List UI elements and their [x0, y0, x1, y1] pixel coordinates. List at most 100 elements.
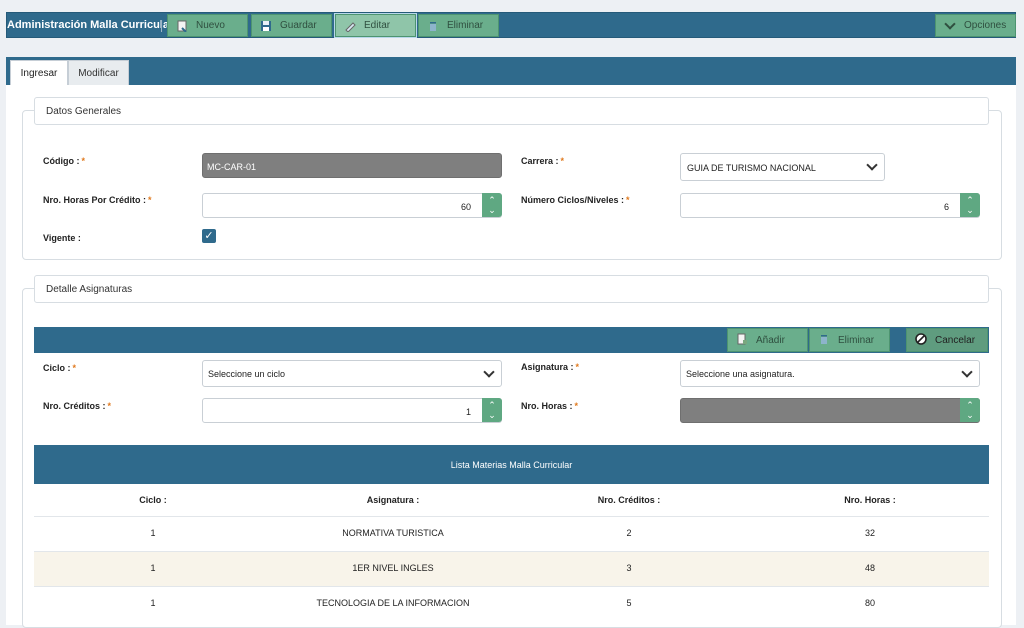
horas-stepper[interactable]: ⌃ ⌄ — [680, 398, 980, 423]
cancel-button[interactable]: Cancelar — [906, 328, 988, 352]
tab-modificar[interactable]: Modificar — [68, 60, 129, 85]
table-row[interactable]: 1 TECNOLOGIA DE LA INFORMACION 5 80 — [34, 586, 989, 618]
horas-label-text: Nro. Horas : — [521, 401, 573, 411]
creditos-label-text: Nro. Créditos : — [43, 401, 106, 411]
cell-asignatura: 1ER NIVEL INGLES — [352, 563, 434, 573]
horas-label: Nro. Horas : * — [521, 401, 578, 411]
cell-horas: 48 — [864, 563, 875, 573]
required-marker: * — [107, 401, 112, 411]
creditos-value: 1 — [465, 407, 471, 417]
required-marker: * — [72, 363, 77, 373]
column-header-ciclo[interactable]: Ciclo : — [112, 495, 194, 505]
cell-horas: 80 — [864, 598, 875, 608]
required-marker: * — [81, 156, 86, 166]
cell-ciclo: 1 — [150, 528, 156, 538]
save-button-label: Guardar — [280, 20, 317, 31]
tab-ingresar[interactable]: Ingresar — [10, 60, 68, 85]
table-row[interactable]: 1 NORMATIVA TURISTICA 2 32 — [34, 516, 989, 551]
cancel-button-label: Cancelar — [935, 334, 976, 346]
required-marker: * — [574, 401, 579, 411]
column-header-horas[interactable]: Nro. Horas : — [800, 495, 940, 505]
new-button[interactable]: Nuevo — [167, 14, 248, 37]
chevron-down-icon — [961, 366, 973, 378]
add-button-label: Añadir — [756, 334, 785, 346]
horas-credito-value: 60 — [460, 202, 471, 212]
horas-credito-label: Nro. Horas Por Crédito : * — [43, 195, 152, 205]
ciclo-select-placeholder: Seleccione un ciclo — [208, 369, 286, 379]
ciclos-value: 6 — [943, 202, 949, 212]
asignatura-select-placeholder: Seleccione una asignatura. — [686, 369, 795, 379]
toolbar-divider — [161, 20, 162, 32]
spinner-icon[interactable]: ⌃ ⌄ — [960, 193, 980, 217]
trash-icon — [427, 20, 439, 32]
cell-ciclo: 1 — [150, 563, 156, 573]
detail-legend-text: Detalle Asignaturas — [46, 283, 133, 295]
edit-button[interactable]: Editar — [334, 13, 417, 38]
horas-credito-stepper[interactable]: 60 ⌃ ⌄ — [202, 193, 502, 218]
remove-button-label: Eliminar — [838, 334, 875, 346]
codigo-label-text: Código : — [43, 156, 80, 166]
trash-icon — [818, 333, 830, 348]
ciclo-select[interactable]: Seleccione un ciclo — [202, 360, 502, 387]
table-title-bar: Lista Materias Malla Curricular — [34, 445, 989, 484]
carrera-label-text: Carrera : — [521, 156, 559, 166]
tab-modificar-label: Modificar — [78, 67, 119, 79]
required-marker: * — [575, 362, 580, 372]
ciclos-label: Número Ciclos/Niveles : * — [521, 195, 630, 205]
cell-creditos: 2 — [626, 528, 632, 538]
options-button-label: Opciones — [964, 20, 1007, 31]
chevron-down-icon — [483, 366, 495, 378]
spinner-icon[interactable]: ⌃ ⌄ — [482, 398, 502, 422]
chevron-down-icon — [944, 17, 956, 30]
required-marker: * — [148, 195, 152, 205]
codigo-value: MC-CAR-01 — [207, 162, 257, 172]
required-marker: * — [626, 195, 630, 205]
spinner-icon[interactable]: ⌃ ⌄ — [482, 193, 502, 217]
table-row[interactable]: 1 1ER NIVEL INGLES 3 48 — [34, 551, 989, 586]
carrera-label: Carrera : * — [521, 156, 564, 166]
app-title: Administración Malla Curricular — [7, 19, 174, 31]
pencil-icon — [344, 20, 356, 33]
new-document-icon — [176, 20, 188, 33]
vigente-label: Vigente : — [43, 233, 81, 243]
creditos-stepper[interactable]: 1 ⌃ ⌄ — [202, 398, 502, 423]
required-marker: * — [560, 156, 565, 166]
asignatura-label-text: Asignatura : — [521, 362, 574, 372]
cancel-icon — [915, 332, 927, 348]
cell-creditos: 3 — [626, 563, 632, 573]
tab-ingresar-label: Ingresar — [20, 67, 58, 79]
general-data-legend-text: Datos Generales — [46, 105, 122, 117]
cell-ciclo: 1 — [150, 598, 156, 608]
column-header-creditos[interactable]: Nro. Créditos : — [564, 495, 694, 505]
asignatura-label: Asignatura : * — [521, 362, 579, 372]
ciclos-label-text: Número Ciclos/Niveles : — [521, 195, 625, 205]
add-button[interactable]: Añadir — [727, 328, 808, 352]
cell-asignatura: TECNOLOGIA DE LA INFORMACION — [316, 598, 470, 608]
cell-asignatura: NORMATIVA TURISTICA — [342, 528, 444, 538]
main-toolbar: Administración Malla Curricular Nuevo Gu… — [6, 12, 1016, 38]
remove-button[interactable]: Eliminar — [809, 328, 890, 352]
delete-button-label: Eliminar — [447, 20, 484, 31]
carrera-select[interactable]: GUIA DE TURISMO NACIONAL — [680, 153, 885, 181]
edit-button-label: Editar — [364, 20, 391, 31]
table-title: Lista Materias Malla Curricular — [450, 459, 573, 470]
chevron-down-icon — [866, 159, 878, 171]
ciclos-stepper[interactable]: 6 ⌃ ⌄ — [680, 193, 980, 218]
detail-legend: Detalle Asignaturas — [34, 275, 989, 303]
column-header-asignatura[interactable]: Asignatura : — [328, 495, 458, 505]
tab-bar: Ingresar Modificar — [6, 57, 1016, 85]
cell-creditos: 5 — [626, 598, 632, 608]
asignatura-select[interactable]: Seleccione una asignatura. — [680, 360, 980, 387]
codigo-field[interactable]: MC-CAR-01 — [202, 153, 502, 178]
delete-button[interactable]: Eliminar — [418, 14, 499, 37]
options-button[interactable]: Opciones — [935, 14, 1016, 37]
codigo-label: Código : * — [43, 156, 85, 166]
carrera-selected-value: GUIA DE TURISMO NACIONAL — [687, 163, 816, 173]
ciclo-label-text: Ciclo : — [43, 363, 71, 373]
spinner-icon[interactable]: ⌃ ⌄ — [960, 398, 980, 422]
creditos-label: Nro. Créditos : * — [43, 401, 111, 411]
cell-horas: 32 — [864, 528, 875, 538]
vigente-label-text: Vigente : — [43, 233, 81, 243]
save-button[interactable]: Guardar — [251, 14, 332, 37]
vigente-checkbox[interactable]: ✓ — [202, 229, 216, 243]
